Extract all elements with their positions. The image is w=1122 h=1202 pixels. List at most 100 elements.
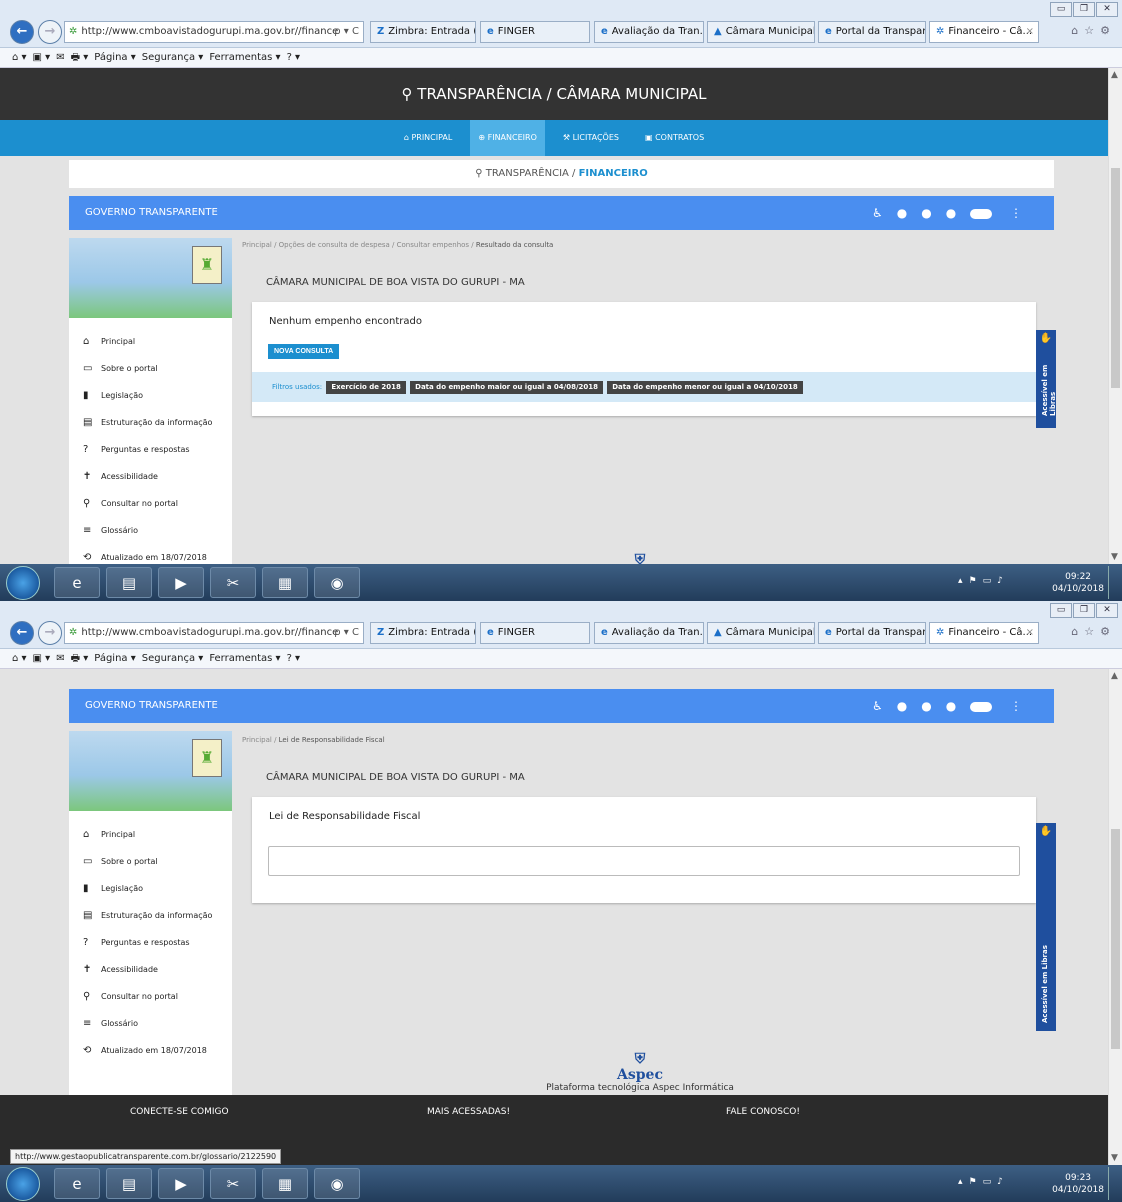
- nav-financeiro[interactable]: ⊕ FINANCEIRO: [470, 120, 545, 156]
- sidebar-item-sobre[interactable]: ▭ Sobre o portal: [69, 355, 232, 382]
- sidebar-item-legislacao[interactable]: ▮ Legislação: [69, 875, 232, 902]
- tab-camara[interactable]: ▲Câmara Municipal...: [707, 21, 815, 43]
- explorer-taskbar-icon[interactable]: ▤: [106, 1168, 152, 1199]
- clock[interactable]: 09:23 04/10/2018: [1052, 1172, 1104, 1196]
- tab-financeiro[interactable]: ✲ Financeiro - Câ... ×: [929, 622, 1039, 644]
- tab-zimbra[interactable]: ZZimbra: Entrada (8): [370, 622, 476, 644]
- accessibility-actions[interactable]: ♿●●● ⋮: [872, 689, 1036, 723]
- back-button[interactable]: ←: [10, 621, 34, 645]
- maximize-icon[interactable]: ❐: [1073, 2, 1095, 17]
- sidebar-item-consultar[interactable]: ⚲ Consultar no portal: [69, 490, 232, 517]
- document-taskbar-icon[interactable]: ▦: [262, 567, 308, 598]
- address-bar[interactable]: ✲ http://www.cmboavistadogurupi.ma.gov.br…: [64, 622, 364, 644]
- contrast-toggle[interactable]: [970, 208, 993, 219]
- tab-close-icon[interactable]: ×: [1026, 22, 1034, 42]
- libras-widget[interactable]: ✋ Acessível em Libras: [1036, 823, 1056, 1031]
- tab-camara[interactable]: ▲Câmara Municipal...: [707, 622, 815, 644]
- ie-taskbar-icon[interactable]: e: [54, 1168, 100, 1199]
- tools-taskbar-icon[interactable]: ✂: [210, 1168, 256, 1199]
- search-refresh-icon[interactable]: ρ ▾ C: [334, 22, 359, 42]
- chrome-taskbar-icon[interactable]: ◉: [314, 567, 360, 598]
- start-button[interactable]: [6, 1167, 40, 1201]
- sidebar-item-glossario[interactable]: ≡ Glossário: [69, 1010, 232, 1037]
- media-taskbar-icon[interactable]: ▶: [158, 567, 204, 598]
- sidebar-item-legislacao[interactable]: ▮ Legislação: [69, 382, 232, 409]
- close-icon[interactable]: ✕: [1096, 603, 1118, 618]
- search-refresh-icon[interactable]: ρ ▾ C: [334, 623, 359, 643]
- page-menu[interactable]: Página ▾: [94, 653, 136, 664]
- help-menu[interactable]: ? ▾: [287, 52, 301, 63]
- contrast-toggle[interactable]: [970, 701, 993, 712]
- show-desktop-button[interactable]: [1108, 566, 1118, 599]
- sidebar-item-sobre[interactable]: ▭ Sobre o portal: [69, 848, 232, 875]
- security-menu[interactable]: Segurança ▾: [142, 52, 204, 63]
- home-menu[interactable]: ⌂ ▾: [12, 52, 27, 63]
- tray-icons[interactable]: ▴⚑▭♪: [958, 576, 1009, 586]
- page-menu[interactable]: Página ▾: [94, 52, 136, 63]
- page-scrollbar[interactable]: ▲ ▼: [1108, 68, 1122, 564]
- new-query-button[interactable]: NOVA CONSULTA: [268, 344, 340, 359]
- address-bar[interactable]: ✲ http://www.cmboavistadogurupi.ma.gov.br…: [64, 21, 364, 43]
- sidebar-item-estruturacao[interactable]: ▤ Estruturação da informação: [69, 902, 232, 929]
- print-menu[interactable]: 🖶 ▾: [71, 653, 89, 664]
- tab-financeiro[interactable]: ✲ Financeiro - Câ... ×: [929, 21, 1039, 43]
- back-button[interactable]: ←: [10, 20, 34, 44]
- sidebar-item-consultar[interactable]: ⚲ Consultar no portal: [69, 983, 232, 1010]
- security-menu[interactable]: Segurança ▾: [142, 653, 204, 664]
- sidebar-banner: ♜: [69, 731, 232, 811]
- filter-chip: Exercício de 2018: [326, 381, 406, 394]
- sidebar-item-principal[interactable]: ⌂ Principal: [69, 821, 232, 848]
- clock[interactable]: 09:22 04/10/2018: [1052, 571, 1104, 595]
- tab-avaliacao[interactable]: e Avaliação da Tran...: [594, 21, 704, 43]
- nav-contratos[interactable]: ▣ CONTRATOS: [637, 120, 712, 156]
- print-menu[interactable]: 🖶 ▾: [71, 52, 89, 63]
- feeds-menu[interactable]: ▣ ▾: [33, 52, 51, 63]
- screenshot-2: ▭ ❐ ✕ ← → ✲ http://www.cmboavistadogurupi.m…: [0, 601, 1122, 1202]
- show-desktop-button[interactable]: [1108, 1167, 1118, 1200]
- accessibility-actions[interactable]: ♿●●● ⋮: [872, 196, 1036, 230]
- start-button[interactable]: [6, 566, 40, 600]
- nav-principal[interactable]: ⌂ PRINCIPAL: [396, 120, 461, 156]
- aspec-shield-icon: ⛨: [634, 552, 646, 564]
- nav-licitacoes[interactable]: ⚒ LICITAÇÕES: [555, 120, 627, 156]
- tab-portal[interactable]: e Portal da Transpar...: [818, 622, 926, 644]
- media-taskbar-icon[interactable]: ▶: [158, 1168, 204, 1199]
- tab-close-icon[interactable]: ×: [1026, 623, 1034, 643]
- page-scrollbar[interactable]: ▲ ▼: [1108, 669, 1122, 1165]
- close-icon[interactable]: ✕: [1096, 2, 1118, 17]
- tools-menu[interactable]: Ferramentas ▾: [209, 653, 280, 664]
- tools-taskbar-icon[interactable]: ✂: [210, 567, 256, 598]
- feeds-menu[interactable]: ▣ ▾: [33, 653, 51, 664]
- tab-zimbra[interactable]: ZZimbra: Entrada (8): [370, 21, 476, 43]
- mail-icon[interactable]: ✉: [56, 653, 64, 664]
- mail-icon[interactable]: ✉: [56, 52, 64, 63]
- tab-finger[interactable]: e FINGER: [480, 21, 590, 43]
- minimize-icon[interactable]: ▭: [1050, 603, 1072, 618]
- sidebar-item-estruturacao[interactable]: ▤ Estruturação da informação: [69, 409, 232, 436]
- forward-button[interactable]: →: [38, 20, 62, 44]
- sidebar-item-glossario[interactable]: ≡ Glossário: [69, 517, 232, 544]
- document-taskbar-icon[interactable]: ▦: [262, 1168, 308, 1199]
- forward-button[interactable]: →: [38, 621, 62, 645]
- sidebar-item-acessibilidade[interactable]: ✝ Acessibilidade: [69, 956, 232, 983]
- tab-finger[interactable]: e FINGER: [480, 622, 590, 644]
- tab-avaliacao[interactable]: e Avaliação da Tran...: [594, 622, 704, 644]
- home-menu[interactable]: ⌂ ▾: [12, 653, 27, 664]
- tab-portal[interactable]: e Portal da Transpar...: [818, 21, 926, 43]
- libras-widget[interactable]: ✋ Acessível em Libras: [1036, 330, 1057, 428]
- tools-menu[interactable]: Ferramentas ▾: [209, 52, 280, 63]
- maximize-icon[interactable]: ❐: [1073, 603, 1095, 618]
- minimize-icon[interactable]: ▭: [1050, 2, 1072, 17]
- sidebar-item-acessibilidade[interactable]: ✝ Acessibilidade: [69, 463, 232, 490]
- sidebar-item-perguntas[interactable]: ? Perguntas e respostas: [69, 436, 232, 463]
- sidebar-item-perguntas[interactable]: ? Perguntas e respostas: [69, 929, 232, 956]
- browser-tools-icons[interactable]: ⌂☆⚙: [1071, 24, 1116, 37]
- browser-tools-icons[interactable]: ⌂☆⚙: [1071, 625, 1116, 638]
- help-menu[interactable]: ? ▾: [287, 653, 301, 664]
- explorer-taskbar-icon[interactable]: ▤: [106, 567, 152, 598]
- sidebar-item-principal[interactable]: ⌂ Principal: [69, 328, 232, 355]
- ie-taskbar-icon[interactable]: e: [54, 567, 100, 598]
- chrome-taskbar-icon[interactable]: ◉: [314, 1168, 360, 1199]
- result-panel: Nenhum empenho encontrado NOVA CONSULTA …: [252, 302, 1036, 416]
- tray-icons[interactable]: ▴⚑▭♪: [958, 1177, 1009, 1187]
